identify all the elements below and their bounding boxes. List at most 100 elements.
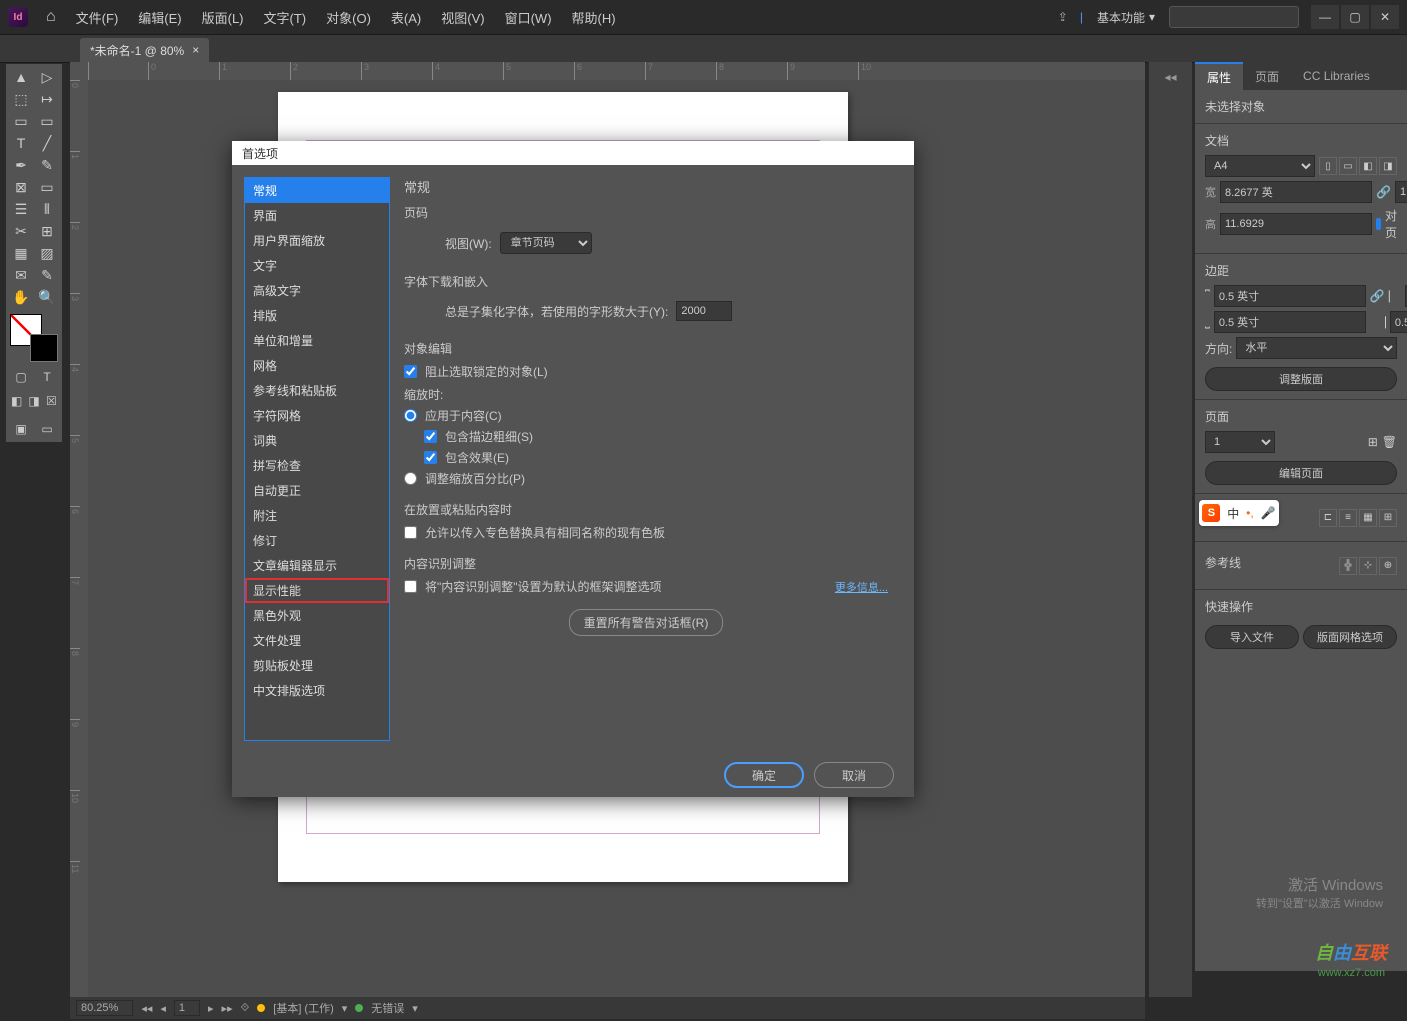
- import-file-button[interactable]: 导入文件: [1205, 625, 1299, 649]
- v-grid-tool[interactable]: ⦀: [34, 198, 60, 220]
- gutter-toggle-icon[interactable]: ◂◂: [1149, 62, 1192, 92]
- pref-cat-clipboard[interactable]: 剪贴板处理: [245, 653, 389, 678]
- view-select[interactable]: 章节页码: [500, 232, 592, 254]
- margin-bottom-input[interactable]: [1214, 311, 1366, 333]
- format-none-icon[interactable]: ☒: [43, 390, 60, 412]
- note-tool[interactable]: ✉: [8, 264, 34, 286]
- menu-text[interactable]: 文字(T): [254, 8, 317, 27]
- adjust-percent-radio[interactable]: [404, 472, 417, 485]
- tab-pages[interactable]: 页面: [1243, 62, 1291, 90]
- menu-view[interactable]: 视图(V): [431, 8, 494, 27]
- pref-cat-general[interactable]: 常规: [245, 178, 389, 203]
- apply-content-radio[interactable]: [404, 409, 417, 422]
- subset-threshold-input[interactable]: [676, 301, 732, 321]
- pen-tool[interactable]: ✒: [8, 154, 34, 176]
- pref-cat-grids[interactable]: 网格: [245, 353, 389, 378]
- direct-selection-tool[interactable]: ▷: [34, 66, 60, 88]
- edit-page-button[interactable]: 编辑页面: [1205, 461, 1397, 485]
- ime-voice-icon[interactable]: 🎤: [1261, 506, 1276, 520]
- margin-link-icon[interactable]: 🔗: [1370, 289, 1385, 303]
- page-nav-prev2-icon[interactable]: ◂: [160, 1002, 166, 1015]
- zoom-select[interactable]: 80.25%: [76, 1000, 133, 1016]
- tab-properties[interactable]: 属性: [1195, 62, 1243, 90]
- width-input[interactable]: [1220, 181, 1372, 203]
- pref-cat-story-editor[interactable]: 文章编辑器显示: [245, 553, 389, 578]
- ime-toolbar[interactable]: S 中 •, 🎤: [1199, 500, 1279, 526]
- pref-cat-track-changes[interactable]: 修订: [245, 528, 389, 553]
- baseline-grid-icon[interactable]: ≡: [1339, 509, 1357, 527]
- prevent-locked-checkbox[interactable]: [404, 365, 417, 378]
- gap-tool[interactable]: ↦: [34, 88, 60, 110]
- content-aware-default-checkbox[interactable]: [404, 580, 417, 593]
- height-input[interactable]: [1220, 213, 1372, 235]
- page-preset-select[interactable]: A4: [1205, 155, 1315, 177]
- pref-cat-black-appearance[interactable]: 黑色外观: [245, 603, 389, 628]
- menu-help[interactable]: 帮助(H): [562, 8, 626, 27]
- orientation-landscape-icon[interactable]: ▭: [1339, 157, 1357, 175]
- type-tool[interactable]: T: [8, 132, 34, 154]
- search-input[interactable]: [1169, 6, 1299, 28]
- tab-close-icon[interactable]: ×: [192, 43, 199, 57]
- orientation-portrait-icon[interactable]: ▯: [1319, 157, 1337, 175]
- pref-cat-char-grid[interactable]: 字符网格: [245, 403, 389, 428]
- line-tool[interactable]: ╱: [34, 132, 60, 154]
- selection-tool[interactable]: ▲: [8, 66, 34, 88]
- pref-cat-composition[interactable]: 排版: [245, 303, 389, 328]
- pref-cat-cjk-layout[interactable]: 中文排版选项: [245, 678, 389, 703]
- orientation-select[interactable]: 水平: [1236, 337, 1397, 359]
- guide-icon-1[interactable]: ╬: [1339, 557, 1357, 575]
- minimize-button[interactable]: —: [1311, 5, 1339, 29]
- workspace-dropdown[interactable]: 基本功能 ▾: [1097, 9, 1155, 26]
- binding-right-icon[interactable]: ◨: [1379, 157, 1397, 175]
- pref-cat-display-performance[interactable]: 显示性能: [245, 578, 389, 603]
- home-icon[interactable]: ⌂: [46, 8, 56, 26]
- gradient-feather-tool[interactable]: ▨: [34, 242, 60, 264]
- link-wh-icon[interactable]: 🔗: [1376, 185, 1391, 199]
- menu-file[interactable]: 文件(F): [66, 8, 129, 27]
- facing-pages-checkbox[interactable]: [1376, 218, 1381, 230]
- preview-mode-icon[interactable]: ▭: [34, 418, 60, 440]
- margin-right-input[interactable]: [1390, 311, 1407, 333]
- pref-cat-file-handling[interactable]: 文件处理: [245, 628, 389, 653]
- document-grid-icon[interactable]: ▦: [1359, 509, 1377, 527]
- fill-stroke-swatches[interactable]: [8, 312, 60, 364]
- pref-cat-type[interactable]: 文字: [245, 253, 389, 278]
- rectangle-frame-tool[interactable]: ⊠: [8, 176, 34, 198]
- apply-color-icon[interactable]: ▢: [8, 366, 34, 388]
- guide-icon-3[interactable]: ⊕: [1379, 557, 1397, 575]
- pref-cat-guides[interactable]: 参考线和粘贴板: [245, 378, 389, 403]
- menu-object[interactable]: 对象(O): [316, 8, 381, 27]
- document-tab[interactable]: *未命名-1 @ 80% ×: [80, 38, 209, 62]
- include-stroke-checkbox[interactable]: [424, 430, 437, 443]
- more-info-link[interactable]: 更多信息...: [835, 579, 888, 595]
- pages-count-input[interactable]: [1395, 181, 1407, 203]
- allow-swatch-swap-checkbox[interactable]: [404, 526, 417, 539]
- normal-view-icon[interactable]: ▣: [8, 418, 34, 440]
- pref-cat-interface[interactable]: 界面: [245, 203, 389, 228]
- guide-icon-2[interactable]: ⊹: [1359, 557, 1377, 575]
- ok-button[interactable]: 确定: [724, 762, 804, 788]
- page-tool[interactable]: ⬚: [8, 88, 34, 110]
- include-effect-checkbox[interactable]: [424, 451, 437, 464]
- layout-grid-icon[interactable]: ⊞: [1379, 509, 1397, 527]
- eyedropper-tool[interactable]: ✎: [34, 264, 60, 286]
- format-gradient-icon[interactable]: ◨: [25, 390, 42, 412]
- menu-layout[interactable]: 版面(L): [192, 8, 254, 27]
- margin-top-input[interactable]: [1214, 285, 1366, 307]
- menu-table[interactable]: 表(A): [381, 8, 431, 27]
- tab-cc-libraries[interactable]: CC Libraries: [1291, 62, 1382, 90]
- rectangle-tool[interactable]: ▭: [34, 176, 60, 198]
- share-icon[interactable]: ⇪: [1058, 10, 1068, 24]
- free-transform-tool[interactable]: ⊞: [34, 220, 60, 242]
- pref-cat-units[interactable]: 单位和增量: [245, 328, 389, 353]
- new-page-icon[interactable]: ⊞: [1368, 435, 1378, 449]
- cancel-button[interactable]: 取消: [814, 762, 894, 788]
- pref-cat-autocorrect[interactable]: 自动更正: [245, 478, 389, 503]
- page-select[interactable]: 1: [174, 1000, 200, 1016]
- menu-window[interactable]: 窗口(W): [495, 8, 562, 27]
- hand-tool[interactable]: ✋: [8, 286, 34, 308]
- menu-edit[interactable]: 编辑(E): [128, 8, 191, 27]
- reset-warnings-button[interactable]: 重置所有警告对话框(R): [569, 609, 724, 636]
- page-nav-next-icon[interactable]: ▸: [208, 1002, 214, 1015]
- zoom-tool[interactable]: 🔍: [34, 286, 60, 308]
